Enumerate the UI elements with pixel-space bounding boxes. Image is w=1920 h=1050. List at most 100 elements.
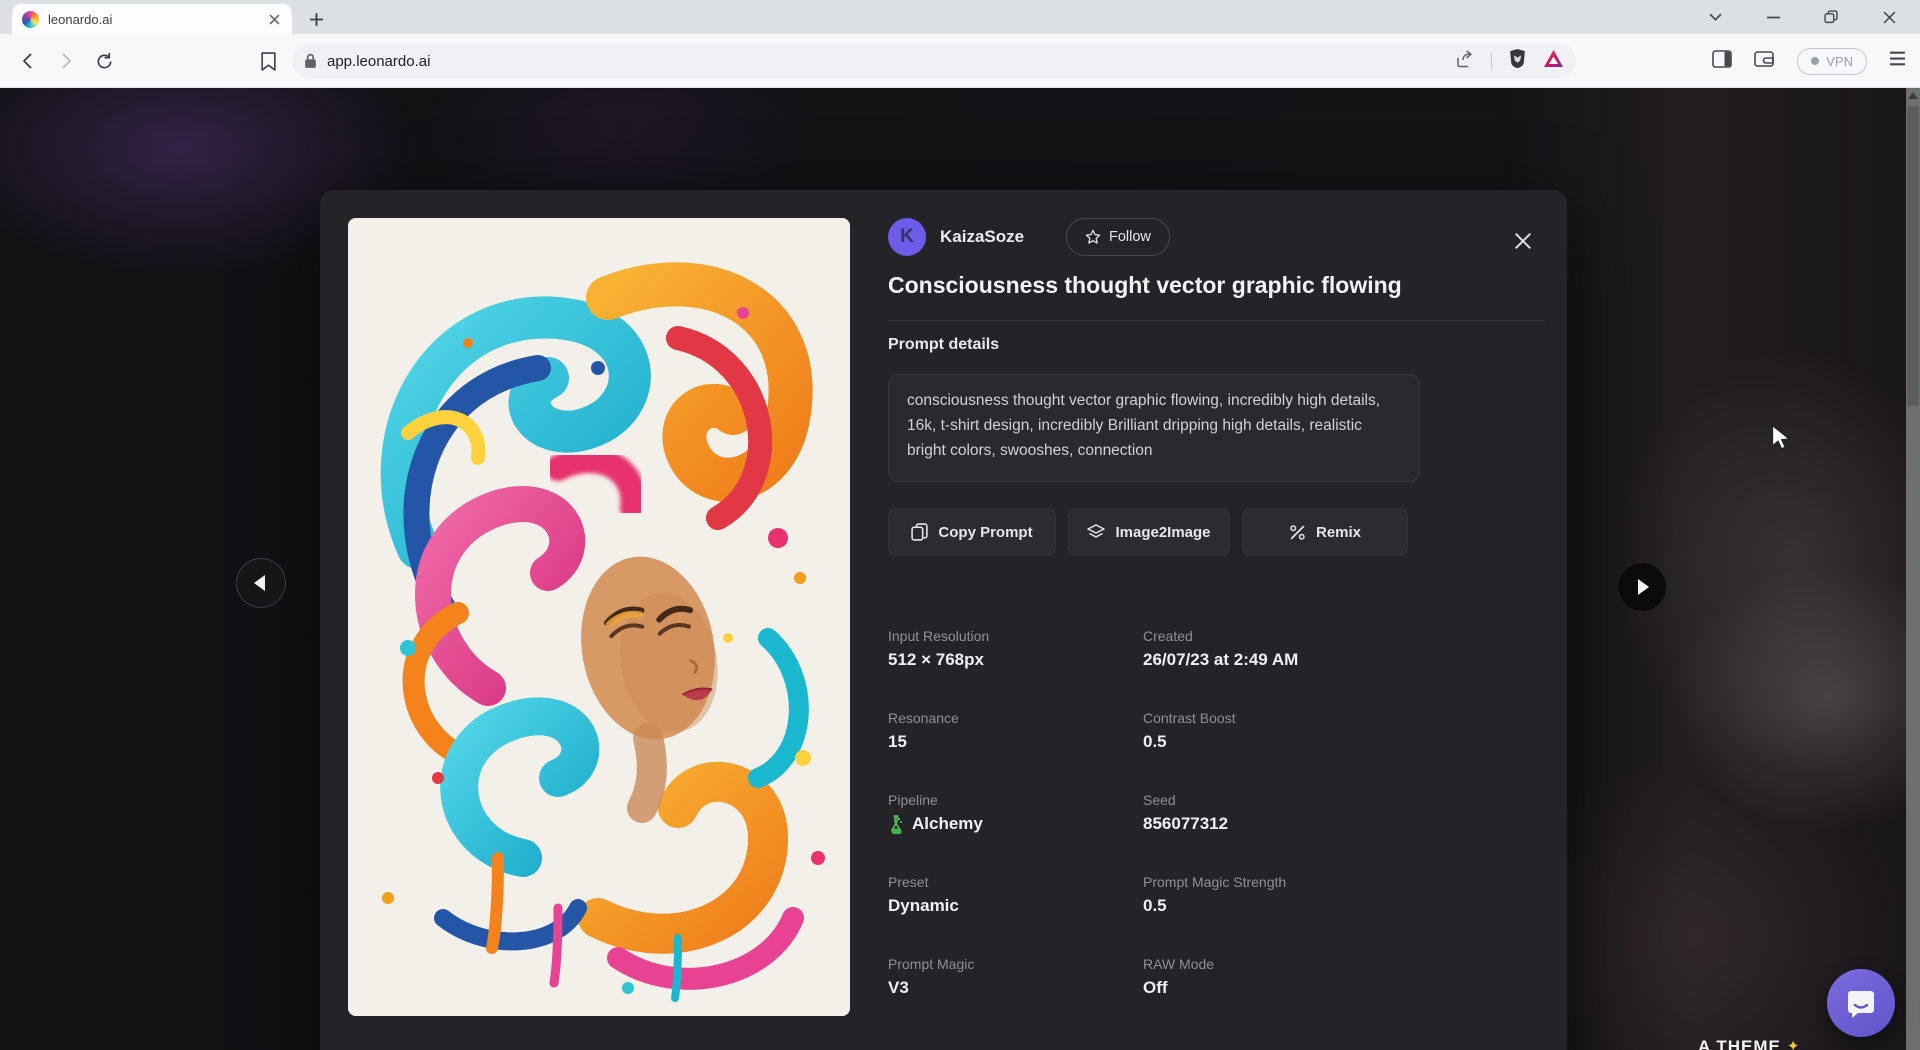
reload-icon[interactable]	[90, 47, 118, 75]
detail-value: 26/07/23 at 2:49 AM	[1143, 650, 1408, 670]
toolbar-right-icons: VPN	[1712, 44, 1920, 78]
detail-label: Preset	[888, 874, 1143, 890]
detail-resonance: Resonance 15	[888, 710, 1143, 770]
generated-artwork-image[interactable]	[348, 218, 850, 1016]
detail-label: Resonance	[888, 710, 1143, 726]
new-tab-button[interactable]	[304, 7, 328, 31]
detail-label: Pipeline	[888, 792, 1143, 808]
vpn-button[interactable]: VPN	[1797, 48, 1867, 75]
prompt-actions: Copy Prompt Image2Image Remix	[888, 508, 1728, 556]
detail-label: Input Resolution	[888, 628, 1143, 644]
forward-icon[interactable]	[52, 47, 80, 75]
user-name[interactable]: KaizaSoze	[940, 227, 1024, 247]
support-chat-button[interactable]	[1827, 969, 1895, 1037]
browser-toolbar: app.leonardo.ai	[0, 34, 1920, 88]
detail-value: 856077312	[1143, 814, 1408, 834]
detail-label: Seed	[1143, 792, 1408, 808]
pipeline-value: Alchemy	[912, 814, 983, 834]
arrow-left-icon	[254, 575, 265, 591]
layers-icon	[1087, 524, 1105, 541]
next-image-button[interactable]	[1617, 562, 1667, 612]
remix-wand-icon	[1289, 524, 1306, 541]
generation-details-grid: Input Resolution 512 × 768px Created 26/…	[888, 628, 1408, 1016]
page-background: K KaizaSoze Follow Consciousness thought…	[0, 88, 1920, 1050]
copy-prompt-button[interactable]: Copy Prompt	[888, 508, 1056, 556]
scrollbar-up-arrow-icon[interactable]	[1908, 92, 1918, 99]
detail-raw-mode: RAW Mode Off	[1143, 956, 1408, 1016]
prompt-text-box: consciousness thought vector graphic flo…	[888, 374, 1420, 482]
watermark-text: A THEME ✦	[1698, 1037, 1800, 1050]
window-controls	[1700, 0, 1920, 34]
window-restore-icon[interactable]	[1816, 2, 1846, 32]
scrollbar-thumb[interactable]	[1907, 106, 1919, 406]
vpn-status-dot	[1811, 57, 1819, 65]
brave-rewards-bat-icon[interactable]	[1543, 49, 1564, 73]
image-title: Consciousness thought vector graphic flo…	[888, 272, 1528, 299]
tab-close-icon[interactable]	[266, 11, 282, 27]
section-divider	[888, 320, 1545, 321]
detail-preset: Preset Dynamic	[888, 874, 1143, 934]
browser-tab[interactable]: leonardo.ai	[12, 4, 292, 34]
menu-hamburger-icon[interactable]	[1889, 51, 1906, 71]
arrow-right-icon	[1638, 579, 1649, 595]
chat-bubble-icon	[1844, 986, 1878, 1020]
detail-value: 512 × 768px	[888, 650, 1143, 670]
detail-contrast-boost: Contrast Boost 0.5	[1143, 710, 1408, 770]
wallet-icon[interactable]	[1754, 50, 1775, 73]
window-minimize-icon[interactable]	[1758, 2, 1788, 32]
vpn-label: VPN	[1826, 54, 1853, 69]
url-text: app.leonardo.ai	[327, 53, 1455, 70]
detail-value: Dynamic	[888, 896, 1143, 916]
avatar-letter: K	[900, 226, 914, 248]
detail-prompt-magic-strength: Prompt Magic Strength 0.5	[1143, 874, 1408, 934]
watermark-label: A THEME	[1698, 1037, 1781, 1050]
star-icon	[1085, 229, 1101, 245]
lock-icon	[304, 53, 317, 69]
modal-close-icon[interactable]	[1510, 228, 1536, 254]
sparkle-icon: ✦	[1787, 1037, 1801, 1050]
follow-label: Follow	[1109, 229, 1151, 245]
window-chevron-icon[interactable]	[1700, 2, 1730, 32]
toolbar-divider	[1491, 52, 1492, 70]
detail-value: V3	[888, 978, 1143, 998]
image2image-label: Image2Image	[1115, 524, 1210, 541]
screen: leonardo.ai	[0, 0, 1920, 1050]
sidebar-panel-icon[interactable]	[1712, 50, 1732, 73]
remix-button[interactable]: Remix	[1242, 508, 1408, 556]
remix-label: Remix	[1316, 524, 1361, 541]
detail-label: Created	[1143, 628, 1408, 644]
follow-button[interactable]: Follow	[1066, 218, 1170, 256]
detail-prompt-magic: Prompt Magic V3	[888, 956, 1143, 1016]
page-scrollbar[interactable]	[1906, 88, 1920, 1050]
detail-value: 0.5	[1143, 896, 1408, 916]
detail-label: Prompt Magic	[888, 956, 1143, 972]
tab-title: leonardo.ai	[48, 12, 257, 27]
browser-titlebar: leonardo.ai	[0, 0, 1920, 34]
leonardo-favicon-icon	[22, 11, 39, 28]
detail-seed: Seed 856077312	[1143, 792, 1408, 852]
image2image-button[interactable]: Image2Image	[1068, 508, 1230, 556]
detail-value: Alchemy	[888, 814, 1143, 834]
detail-label: Prompt Magic Strength	[1143, 874, 1408, 890]
detail-created: Created 26/07/23 at 2:49 AM	[1143, 628, 1408, 688]
copy-icon	[911, 523, 928, 541]
address-bar[interactable]: app.leonardo.ai	[292, 44, 1576, 78]
alchemy-flask-icon	[888, 815, 904, 834]
bookmark-icon[interactable]	[254, 47, 282, 75]
share-icon[interactable]	[1455, 50, 1475, 73]
previous-image-button[interactable]	[236, 558, 286, 608]
detail-label: RAW Mode	[1143, 956, 1408, 972]
user-avatar[interactable]: K	[888, 218, 926, 256]
window-close-icon[interactable]	[1874, 2, 1904, 32]
brave-shield-icon[interactable]	[1508, 48, 1527, 74]
image-details-modal: K KaizaSoze Follow Consciousness thought…	[320, 190, 1567, 1050]
detail-value: 15	[888, 732, 1143, 752]
detail-input-resolution: Input Resolution 512 × 768px	[888, 628, 1143, 688]
mouse-cursor	[1770, 424, 1794, 457]
detail-pipeline: Pipeline Alchemy	[888, 792, 1143, 852]
detail-value: 0.5	[1143, 732, 1408, 752]
back-icon[interactable]	[14, 47, 42, 75]
detail-label: Contrast Boost	[1143, 710, 1408, 726]
detail-value: Off	[1143, 978, 1408, 998]
prompt-details-heading: Prompt details	[888, 336, 999, 354]
